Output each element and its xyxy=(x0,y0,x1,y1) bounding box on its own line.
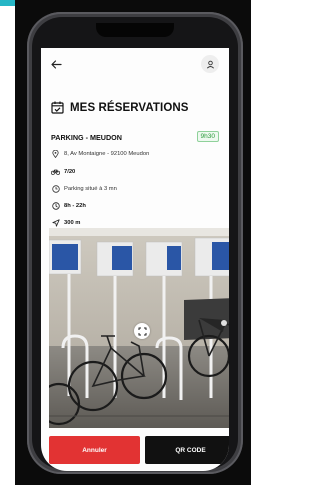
phone-notch xyxy=(96,23,174,37)
app-screen: MES RÉSERVATIONS PARKING - MEUDON 9h30 8… xyxy=(41,48,229,471)
calendar-check-icon xyxy=(51,101,64,114)
opening-hours-icon xyxy=(51,201,60,210)
address-text: 8, Av Montaigne - 92100 Meudon xyxy=(64,150,150,157)
cancel-button[interactable]: Annuler xyxy=(49,436,140,464)
back-button[interactable] xyxy=(51,58,62,71)
distance-row: 300 m xyxy=(51,218,80,227)
qr-code-button[interactable]: QR CODE xyxy=(145,436,229,464)
capacity-row: 7/20 xyxy=(51,167,75,176)
parking-name: PARKING - MEUDON xyxy=(51,133,122,142)
expand-icon xyxy=(138,327,146,335)
top-bar xyxy=(41,48,229,78)
phone-bezel: MES RÉSERVATIONS PARKING - MEUDON 9h30 8… xyxy=(32,17,238,471)
page-title: MES RÉSERVATIONS xyxy=(70,101,189,114)
address-row: 8, Av Montaigne - 92100 Meudon xyxy=(51,149,149,158)
distance-text: 300 m xyxy=(64,219,81,226)
profile-button[interactable] xyxy=(201,55,219,73)
walk-time-text: Parking situé à 3 mn xyxy=(64,185,117,192)
parking-photo xyxy=(49,228,229,428)
bicycle-icon xyxy=(51,167,60,176)
location-pin-icon xyxy=(51,149,60,158)
hours-text: 8h - 22h xyxy=(64,202,86,209)
arrow-left-icon xyxy=(51,60,62,69)
clock-icon xyxy=(51,184,60,193)
capacity-text: 7/20 xyxy=(64,168,76,175)
user-icon xyxy=(206,60,214,69)
hours-row: 8h - 22h xyxy=(51,201,86,210)
time-badge: 9h30 xyxy=(196,131,219,142)
navigation-arrow-icon xyxy=(51,218,60,227)
walk-time-row: Parking situé à 3 mn xyxy=(51,184,117,193)
expand-photo-button[interactable] xyxy=(134,323,150,339)
page-header: MES RÉSERVATIONS xyxy=(51,101,189,114)
phone-frame: MES RÉSERVATIONS PARKING - MEUDON 9h30 8… xyxy=(27,12,243,474)
